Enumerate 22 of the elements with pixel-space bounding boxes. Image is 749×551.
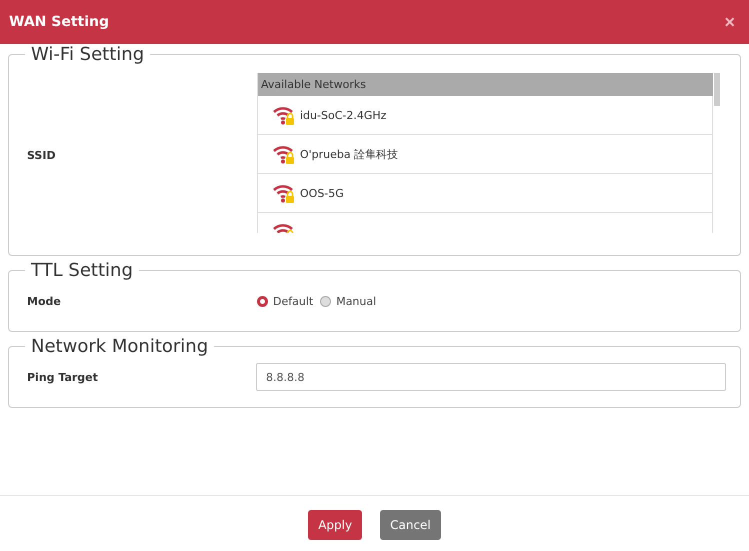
section-title: Wi-Fi Setting [30,44,146,65]
network-item[interactable]: idu-SoC-2.4GHz [258,96,713,135]
radio-button[interactable] [320,296,332,306]
list-header: Available Networks [258,73,713,96]
scrollbar[interactable] [714,73,720,106]
field-label: Mode [27,294,62,308]
radio-button[interactable] [257,296,268,306]
field-label: Ping Target [27,370,99,384]
network-name: idu-SoC-2.4GHz [300,108,386,122]
radio-label[interactable]: Manual [336,294,376,308]
network-item[interactable]: OOS-5G [258,174,713,213]
radio-label[interactable]: Default [273,294,314,308]
ping-target-field[interactable]: 8.8.8.8 [256,363,726,391]
field-label: SSID [27,148,57,162]
network-item[interactable]: O'prueba 詮隼科技 [258,135,713,174]
cancel-button[interactable]: Cancel [380,510,441,540]
section-title: TTL Setting [30,260,134,281]
section-title: Network Monitoring [30,336,210,357]
window-title: WAN Setting [9,14,109,30]
network-name: O'prueba 詮隼科技 [300,146,398,162]
apply-button[interactable]: Apply [308,510,362,540]
network-name: OOS-5G [300,186,344,200]
